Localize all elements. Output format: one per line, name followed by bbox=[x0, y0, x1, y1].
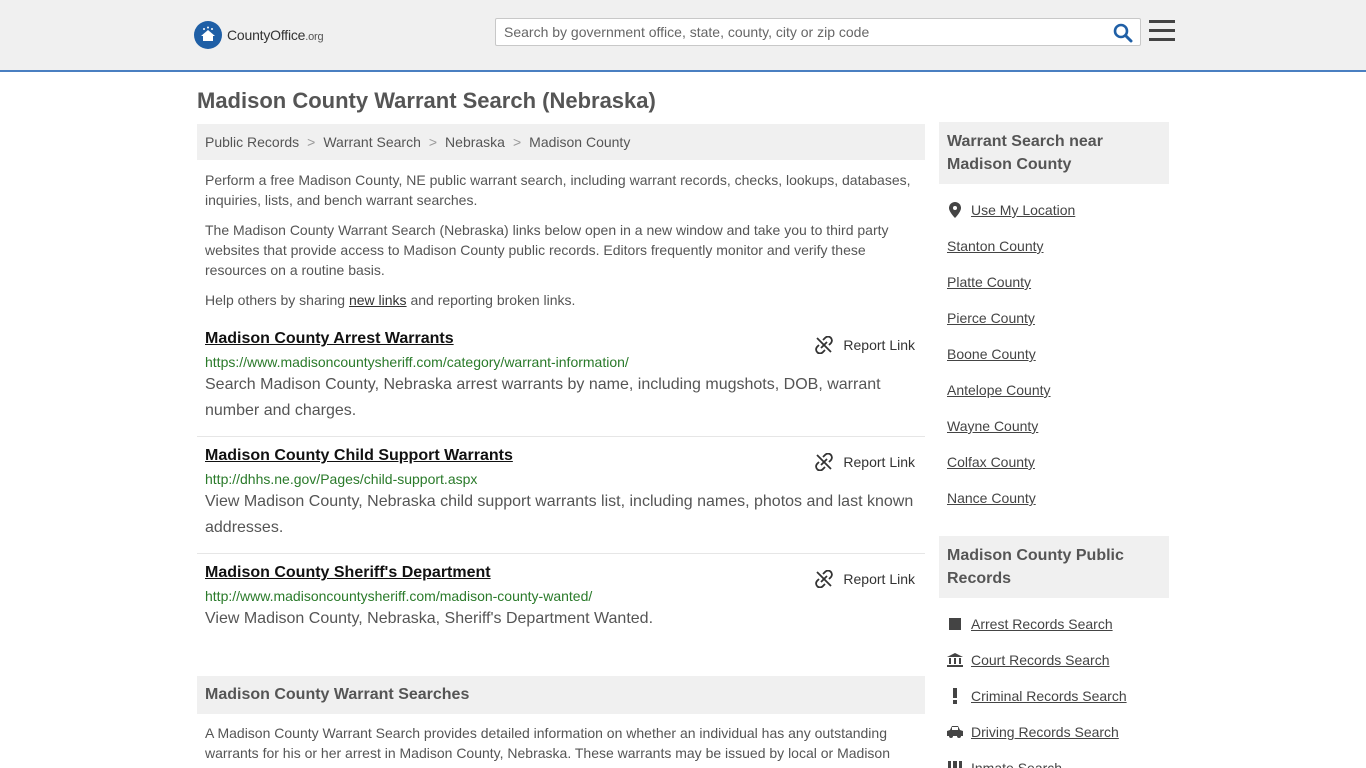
intro-paragraph-2: The Madison County Warrant Search (Nebra… bbox=[205, 222, 889, 278]
result-url: http://dhhs.ne.gov/Pages/child-support.a… bbox=[205, 471, 478, 487]
nearby-county-link[interactable]: Colfax County bbox=[947, 454, 1035, 470]
sidebar-public-records: Madison County Public Records Arrest Rec… bbox=[939, 536, 1169, 768]
result-url: http://www.madisoncountysheriff.com/madi… bbox=[205, 588, 593, 604]
use-location-item: Use My Location bbox=[947, 192, 1169, 228]
result-item: Madison County Child Support Warrants Re… bbox=[197, 447, 925, 554]
intro-p3-before: Help others by sharing bbox=[205, 292, 349, 308]
nearby-county-item: Nance County bbox=[947, 480, 1169, 516]
breadcrumb-public-records[interactable]: Public Records bbox=[205, 134, 299, 150]
result-description: View Madison County, Nebraska child supp… bbox=[205, 493, 914, 536]
search-box bbox=[495, 18, 1141, 46]
courthouse-icon bbox=[947, 652, 963, 668]
public-record-item: Driving Records Search bbox=[947, 714, 1169, 750]
report-link-label: Report Link bbox=[843, 337, 915, 353]
public-record-item: Court Records Search bbox=[947, 642, 1169, 678]
nearby-county-link[interactable]: Nance County bbox=[947, 490, 1036, 506]
public-record-link[interactable]: Court Records Search bbox=[971, 652, 1110, 668]
public-record-item: Arrest Records Search bbox=[947, 606, 1169, 642]
result-title-link[interactable]: Madison County Child Support Warrants bbox=[205, 447, 513, 465]
warrant-searches-text: A Madison County Warrant Search provides… bbox=[205, 725, 891, 761]
nearby-county-link[interactable]: Antelope County bbox=[947, 382, 1051, 398]
search-icon[interactable] bbox=[1113, 23, 1133, 43]
public-records-list: Arrest Records Search Court Records Sear… bbox=[939, 606, 1169, 768]
nearby-county-link[interactable]: Stanton County bbox=[947, 238, 1044, 254]
public-record-link[interactable]: Driving Records Search bbox=[971, 724, 1119, 740]
intro-paragraph-3: Help others by sharing new links and rep… bbox=[205, 290, 917, 310]
public-record-item: Inmate Search bbox=[947, 750, 1169, 768]
public-record-link[interactable]: Criminal Records Search bbox=[971, 688, 1127, 704]
car-icon bbox=[947, 724, 963, 740]
broken-link-icon bbox=[815, 570, 834, 588]
sidebar-nearby-heading: Warrant Search near Madison County bbox=[939, 122, 1169, 184]
inmate-icon bbox=[947, 760, 963, 768]
nearby-county-item: Pierce County bbox=[947, 300, 1169, 336]
breadcrumb-separator: > bbox=[512, 134, 522, 150]
result-description: View Madison County, Nebraska, Sheriff's… bbox=[205, 610, 654, 627]
result-item: Madison County Sheriff's Department Repo… bbox=[197, 564, 925, 644]
logo-text: CountyOffice.org bbox=[227, 27, 324, 43]
logo-tld: .org bbox=[305, 31, 324, 43]
report-link-label: Report Link bbox=[843, 571, 915, 587]
use-my-location-link[interactable]: Use My Location bbox=[971, 202, 1075, 218]
intro-p3-after: and reporting broken links. bbox=[406, 292, 576, 308]
nearby-county-item: Colfax County bbox=[947, 444, 1169, 480]
square-icon bbox=[947, 616, 963, 632]
breadcrumb-nebraska[interactable]: Nebraska bbox=[445, 134, 505, 150]
site-logo[interactable]: CountyOffice.org bbox=[194, 21, 324, 49]
nearby-county-item: Wayne County bbox=[947, 408, 1169, 444]
warrant-searches-heading: Madison County Warrant Searches bbox=[197, 676, 925, 714]
nearby-county-link[interactable]: Pierce County bbox=[947, 310, 1035, 326]
logo-brand: CountyOffice bbox=[227, 27, 306, 43]
intro-paragraph-1: Perform a free Madison County, NE public… bbox=[205, 172, 911, 208]
nearby-county-link[interactable]: Wayne County bbox=[947, 418, 1038, 434]
broken-link-icon bbox=[815, 336, 834, 354]
exclamation-icon bbox=[947, 688, 963, 704]
breadcrumb-separator: > bbox=[428, 134, 438, 150]
broken-link-icon bbox=[815, 453, 834, 471]
nearby-county-list: Use My Location Stanton County Platte Co… bbox=[939, 192, 1169, 516]
result-title-link[interactable]: Madison County Sheriff's Department bbox=[205, 564, 491, 582]
seal-icon bbox=[194, 21, 222, 49]
report-link-label: Report Link bbox=[843, 454, 915, 470]
breadcrumb: Public Records > Warrant Search > Nebras… bbox=[197, 124, 925, 160]
breadcrumb-warrant-search[interactable]: Warrant Search bbox=[323, 134, 421, 150]
new-links-link[interactable]: new links bbox=[349, 292, 407, 308]
nearby-county-item: Stanton County bbox=[947, 228, 1169, 264]
result-description: Search Madison County, Nebraska arrest w… bbox=[205, 376, 881, 419]
hamburger-menu-icon[interactable] bbox=[1149, 19, 1175, 43]
nearby-county-link[interactable]: Boone County bbox=[947, 346, 1036, 362]
map-pin-icon bbox=[947, 202, 963, 218]
breadcrumb-madison-county: Madison County bbox=[529, 134, 631, 150]
report-link-button[interactable]: Report Link bbox=[815, 453, 915, 471]
nearby-county-item: Platte County bbox=[947, 264, 1169, 300]
public-record-link[interactable]: Arrest Records Search bbox=[971, 616, 1113, 632]
nearby-county-link[interactable]: Platte County bbox=[947, 274, 1031, 290]
report-link-button[interactable]: Report Link bbox=[815, 570, 915, 588]
sidebar-records-heading: Madison County Public Records bbox=[939, 536, 1169, 598]
sidebar-nearby: Warrant Search near Madison County Use M… bbox=[939, 122, 1169, 516]
report-link-button[interactable]: Report Link bbox=[815, 336, 915, 354]
site-header: CountyOffice.org bbox=[0, 0, 1366, 72]
search-input[interactable] bbox=[496, 19, 1096, 45]
public-record-item: Criminal Records Search bbox=[947, 678, 1169, 714]
nearby-county-item: Antelope County bbox=[947, 372, 1169, 408]
result-title-link[interactable]: Madison County Arrest Warrants bbox=[205, 330, 454, 348]
result-item: Madison County Arrest Warrants Report Li… bbox=[197, 330, 925, 437]
result-url: https://www.madisoncountysheriff.com/cat… bbox=[205, 354, 629, 370]
public-record-link[interactable]: Inmate Search bbox=[971, 760, 1062, 768]
nearby-county-item: Boone County bbox=[947, 336, 1169, 372]
breadcrumb-separator: > bbox=[307, 134, 316, 150]
page-title: Madison County Warrant Search (Nebraska) bbox=[197, 88, 656, 113]
